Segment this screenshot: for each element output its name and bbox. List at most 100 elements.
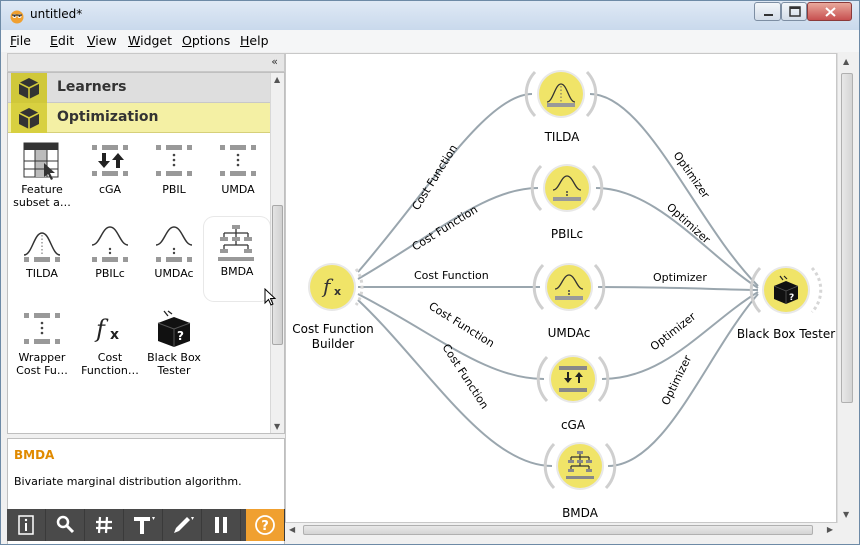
node-tilda[interactable]: [524, 70, 598, 118]
widget-label: UMDA: [221, 183, 255, 196]
node-bmda[interactable]: [543, 442, 617, 490]
scroll-left-icon[interactable]: ◀: [289, 525, 295, 534]
category-learners-label: Learners: [57, 79, 127, 95]
toolbox-collapse-bar[interactable]: «: [7, 53, 285, 72]
canvas-toolbar: ?: [7, 509, 285, 541]
link-label-cost-cga: Cost Function: [426, 300, 496, 351]
node-label-bmda: BMDA: [562, 506, 598, 520]
menu-options[interactable]: Options: [182, 33, 230, 48]
widget-cost-function[interactable]: f x Cost Function…: [78, 303, 142, 387]
fx-icon: f x: [94, 315, 119, 343]
minimize-button[interactable]: [754, 2, 781, 21]
cube-icon: [11, 73, 47, 103]
widget-toolbox-panel: « Learners Optimization Feature subset a…: [7, 53, 285, 544]
application-window: untitled* File Edit View Widget Options …: [0, 0, 860, 545]
widget-feature-subset[interactable]: Feature subset a…: [10, 135, 74, 219]
node-umdac[interactable]: [532, 263, 606, 311]
umda-icon: [220, 145, 256, 176]
info-button[interactable]: [7, 509, 46, 541]
tilda-icon: [23, 232, 61, 262]
menu-view[interactable]: View: [87, 33, 117, 48]
toolbox-scrollbar[interactable]: ▲ ▼: [270, 73, 284, 433]
node-label-umdac: UMDAc: [547, 326, 591, 340]
menu-help-mnemonic: H: [240, 33, 250, 48]
widget-tilda[interactable]: TILDA: [10, 219, 74, 303]
close-button[interactable]: [807, 2, 852, 21]
menu-options-label: ptions: [191, 33, 231, 48]
widget-pbilc[interactable]: PBILc: [78, 219, 142, 303]
menu-bar: File Edit View Widget Options Help: [1, 30, 859, 52]
title-bar[interactable]: untitled*: [1, 1, 859, 30]
cube-icon: [11, 103, 47, 133]
widget-label: Feature subset a…: [13, 183, 71, 209]
widget-umdac[interactable]: UMDAc: [142, 219, 206, 303]
category-learners[interactable]: Learners: [8, 73, 270, 103]
node-black-box-tester[interactable]: ?: [749, 266, 823, 314]
scroll-right-icon[interactable]: ▶: [827, 525, 833, 534]
menu-help[interactable]: Help: [240, 33, 269, 48]
svg-text:?: ?: [177, 329, 184, 343]
svg-text:f: f: [94, 315, 109, 343]
node-label-cga: cGA: [560, 418, 586, 432]
menu-help-label: elp: [249, 33, 269, 48]
menu-widget-mnemonic: W: [128, 33, 141, 48]
widget-bmda[interactable]: BMDA: [204, 217, 270, 301]
toolbox-scroll-thumb[interactable]: [272, 205, 283, 345]
widget-label: Cost Function…: [81, 351, 139, 377]
horizontal-scroll-thumb[interactable]: [303, 525, 813, 535]
widget-label: TILDA: [26, 267, 58, 280]
window-title: untitled*: [30, 7, 83, 21]
node-pbilc[interactable]: [530, 164, 604, 212]
pause-button[interactable]: [202, 509, 241, 541]
pause-icon: [215, 517, 227, 533]
help-button[interactable]: ?: [246, 509, 285, 541]
menu-file[interactable]: File: [10, 33, 31, 48]
maximize-button[interactable]: [781, 2, 807, 21]
arrow-annotation-button[interactable]: [163, 509, 202, 541]
node-label-pbilc: PBILc: [550, 227, 584, 241]
category-optimization[interactable]: Optimization: [8, 103, 270, 133]
node-cost-function-builder[interactable]: f x: [308, 263, 364, 311]
scroll-down-icon[interactable]: ▼: [274, 422, 280, 431]
widget-label: Black Box Tester: [147, 351, 201, 377]
workflow-canvas[interactable]: Cost Function Cost Function Cost Functio…: [285, 53, 837, 523]
widget-wrapper-cost[interactable]: Wrapper Cost Fu…: [10, 303, 74, 387]
svg-text:?: ?: [789, 293, 794, 303]
scroll-down-icon[interactable]: ▼: [843, 510, 849, 519]
menu-edit-label: dit: [57, 33, 75, 48]
pbilc-icon: [91, 226, 129, 262]
collapse-icon[interactable]: «: [271, 55, 278, 68]
widget-label: BMDA: [220, 265, 254, 278]
description-title: BMDA: [14, 448, 55, 462]
vertical-scroll-thumb[interactable]: [841, 73, 853, 403]
node-cga[interactable]: [536, 355, 610, 403]
black-box-icon: ?: [157, 310, 191, 347]
scroll-up-icon[interactable]: ▲: [274, 75, 280, 84]
widget-label: UMDAc: [154, 267, 194, 280]
scroll-up-icon[interactable]: ▲: [843, 57, 849, 66]
menu-options-mnemonic: O: [182, 33, 192, 48]
menu-edit[interactable]: Edit: [50, 33, 74, 48]
bmda-icon: [218, 225, 254, 261]
widget-label: Wrapper Cost Fu…: [16, 351, 68, 377]
widget-label: PBIL: [162, 183, 186, 196]
menu-widget[interactable]: Widget: [128, 33, 172, 48]
widget-label: PBILc: [95, 267, 125, 280]
link-label-umdac-bbt: Optimizer: [653, 271, 707, 284]
link-label-cost-bmda: Cost Function: [439, 342, 491, 412]
menu-edit-mnemonic: E: [50, 33, 58, 48]
widget-cga[interactable]: cGA: [78, 135, 142, 219]
widget-umda[interactable]: UMDA: [206, 135, 270, 219]
link-label-pbilc-bbt: Optimizer: [664, 201, 713, 247]
text-annotation-button[interactable]: [124, 509, 163, 541]
canvas-vertical-scrollbar[interactable]: ▲ ▼: [837, 53, 855, 523]
canvas-horizontal-scrollbar[interactable]: ◀ ▶: [285, 523, 837, 537]
widget-pbil[interactable]: PBIL: [142, 135, 206, 219]
zoom-button[interactable]: [46, 509, 85, 541]
link-label-cost-tilda: Cost Function: [410, 142, 461, 212]
menu-view-label: iew: [95, 33, 117, 48]
wrapper-icon: [24, 313, 60, 344]
menu-widget-label: idget: [140, 33, 173, 48]
widget-black-box[interactable]: ? Black Box Tester: [142, 303, 206, 387]
grid-button[interactable]: [85, 509, 124, 541]
